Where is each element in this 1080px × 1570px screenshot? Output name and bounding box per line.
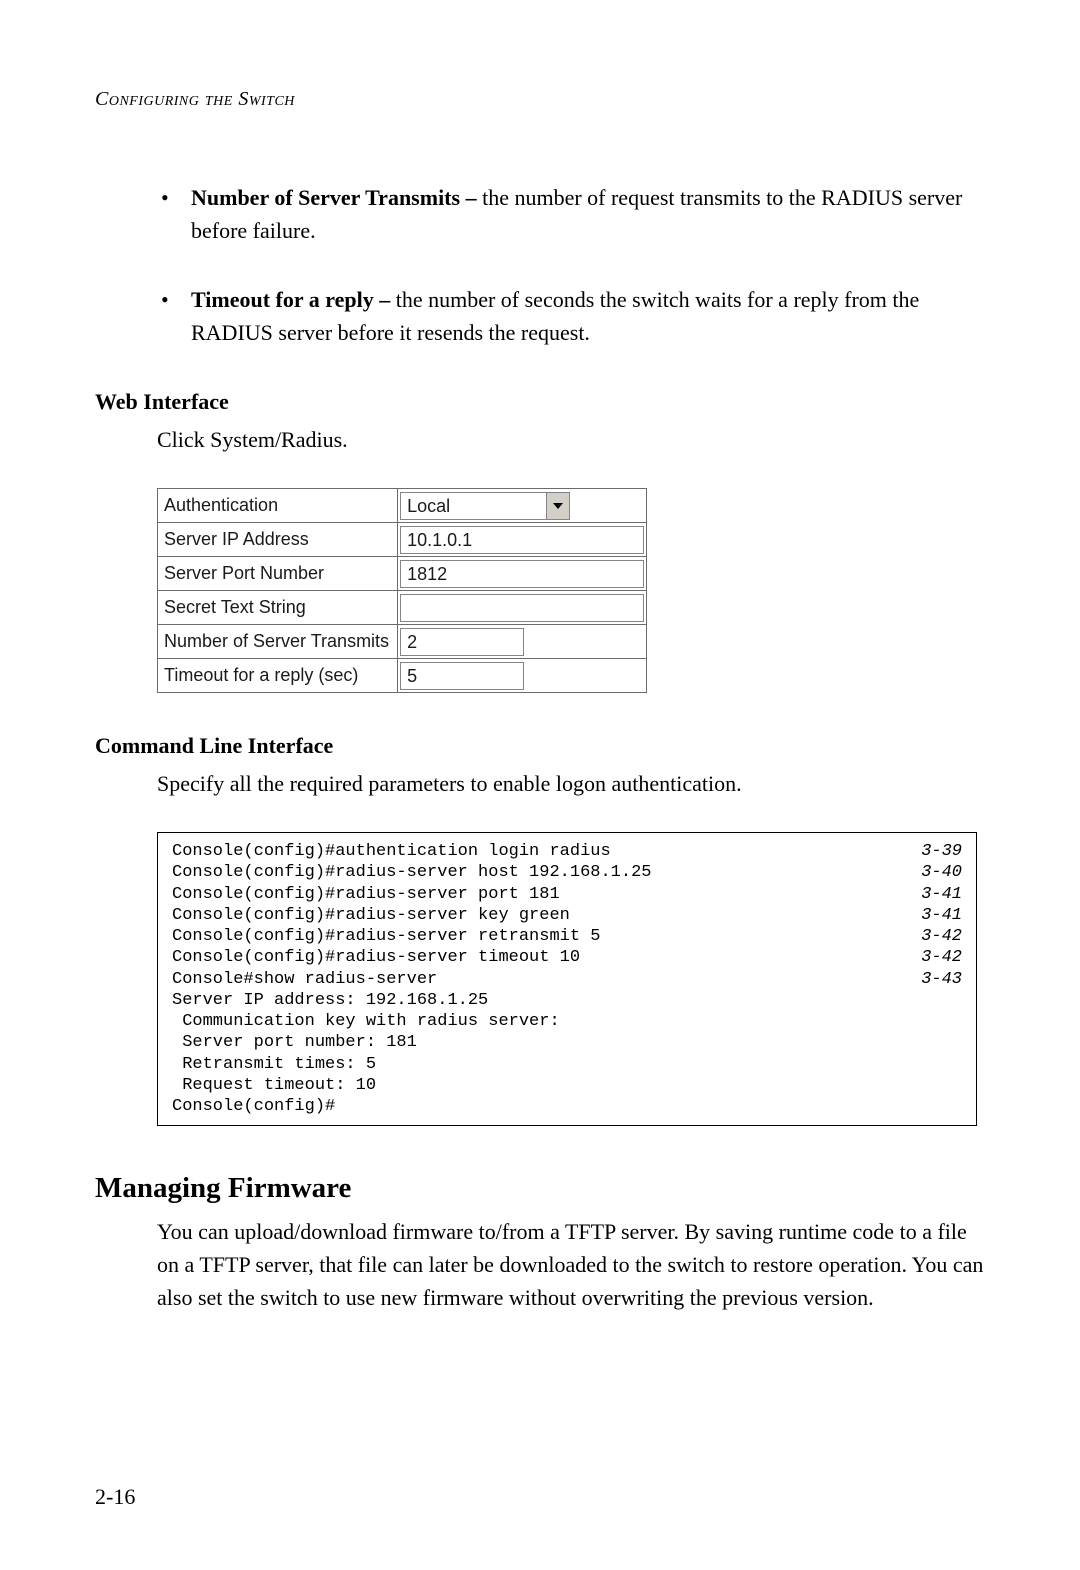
timeout-input[interactable]: 5 <box>400 662 524 690</box>
secret-input[interactable] <box>400 594 644 622</box>
cli-line: Communication key with radius server: <box>172 1011 962 1032</box>
bullet-label: Timeout for a reply – <box>191 287 396 312</box>
cli-ref: 3-42 <box>921 947 962 968</box>
cli-text: Request timeout: 10 <box>172 1075 376 1096</box>
cli-line: Console(config)#radius-server retransmit… <box>172 926 962 947</box>
web-interface-heading: Web Interface <box>95 389 985 415</box>
cli-line: Request timeout: 10 <box>172 1075 962 1096</box>
cli-line: Console(config)# <box>172 1096 962 1117</box>
cli-text: Server port number: 181 <box>172 1032 417 1053</box>
bullet-item: Timeout for a reply – the number of seco… <box>157 283 985 349</box>
table-row: Authentication Local <box>158 489 647 523</box>
transmits-input[interactable]: 2 <box>400 628 524 656</box>
bullet-item: Number of Server Transmits – the number … <box>157 181 985 247</box>
firmware-heading: Managing Firmware <box>95 1172 985 1205</box>
firmware-body: You can upload/download firmware to/from… <box>157 1215 985 1314</box>
cli-output-box: Console(config)#authentication login rad… <box>157 832 977 1126</box>
cli-text: Communication key with radius server: <box>172 1011 560 1032</box>
cli-text: Console(config)#radius-server host 192.1… <box>172 862 651 883</box>
table-row: Server IP Address 10.1.0.1 <box>158 523 647 557</box>
cli-instruction: Specify all the required parameters to e… <box>157 767 985 800</box>
web-interface-instruction: Click System/Radius. <box>157 423 985 456</box>
bullet-label: Number of Server Transmits – <box>191 185 482 210</box>
radius-config-table: Authentication Local Server IP Address 1… <box>157 488 647 693</box>
server-ip-input[interactable]: 10.1.0.1 <box>400 526 644 554</box>
server-port-input[interactable]: 1812 <box>400 560 644 588</box>
field-label-secret: Secret Text String <box>158 591 398 625</box>
field-label-server-ip: Server IP Address <box>158 523 398 557</box>
cli-ref: 3-41 <box>921 905 962 926</box>
field-cell: 2 <box>398 625 647 659</box>
cli-text: Server IP address: 192.168.1.25 <box>172 990 488 1011</box>
field-label-authentication: Authentication <box>158 489 398 523</box>
cli-text: Console#show radius-server <box>172 969 437 990</box>
table-row: Number of Server Transmits 2 <box>158 625 647 659</box>
cli-text: Console(config)#radius-server key green <box>172 905 570 926</box>
cli-text: Console(config)#radius-server port 181 <box>172 884 560 905</box>
table-row: Secret Text String <box>158 591 647 625</box>
running-head: Configuring the Switch <box>95 88 985 111</box>
bullet-list: Number of Server Transmits – the number … <box>157 181 985 349</box>
cli-ref: 3-41 <box>921 884 962 905</box>
chevron-down-icon[interactable] <box>546 493 569 519</box>
cli-text: Console(config)#authentication login rad… <box>172 841 611 862</box>
cli-ref: 3-40 <box>921 862 962 883</box>
cli-ref: 3-43 <box>921 969 962 990</box>
cli-line: Console#show radius-server 3-43 <box>172 969 962 990</box>
cli-text: Console(config)# <box>172 1096 335 1117</box>
cli-line: Server IP address: 192.168.1.25 <box>172 990 962 1011</box>
cli-text: Console(config)#radius-server timeout 10 <box>172 947 580 968</box>
field-label-transmits: Number of Server Transmits <box>158 625 398 659</box>
cli-line: Console(config)#radius-server key green 3… <box>172 905 962 926</box>
cli-line: Console(config)#radius-server host 192.1… <box>172 862 962 883</box>
cli-line: Console(config)#radius-server port 181 3-… <box>172 884 962 905</box>
authentication-select[interactable]: Local <box>400 492 570 520</box>
field-cell: 1812 <box>398 557 647 591</box>
cli-heading: Command Line Interface <box>95 733 985 759</box>
cli-text: Retransmit times: 5 <box>172 1054 376 1075</box>
field-cell: Local <box>398 489 647 523</box>
cli-line: Console(config)#authentication login rad… <box>172 841 962 862</box>
cli-line: Console(config)#radius-server timeout 10… <box>172 947 962 968</box>
field-cell: 5 <box>398 659 647 693</box>
authentication-select-value: Local <box>401 493 546 519</box>
cli-ref: 3-42 <box>921 926 962 947</box>
field-label-timeout: Timeout for a reply (sec) <box>158 659 398 693</box>
table-row: Timeout for a reply (sec) 5 <box>158 659 647 693</box>
field-cell <box>398 591 647 625</box>
cli-line: Server port number: 181 <box>172 1032 962 1053</box>
cli-text: Console(config)#radius-server retransmit… <box>172 926 600 947</box>
field-cell: 10.1.0.1 <box>398 523 647 557</box>
cli-ref: 3-39 <box>921 841 962 862</box>
table-row: Server Port Number 1812 <box>158 557 647 591</box>
field-label-server-port: Server Port Number <box>158 557 398 591</box>
page-number: 2-16 <box>95 1484 135 1510</box>
cli-line: Retransmit times: 5 <box>172 1054 962 1075</box>
